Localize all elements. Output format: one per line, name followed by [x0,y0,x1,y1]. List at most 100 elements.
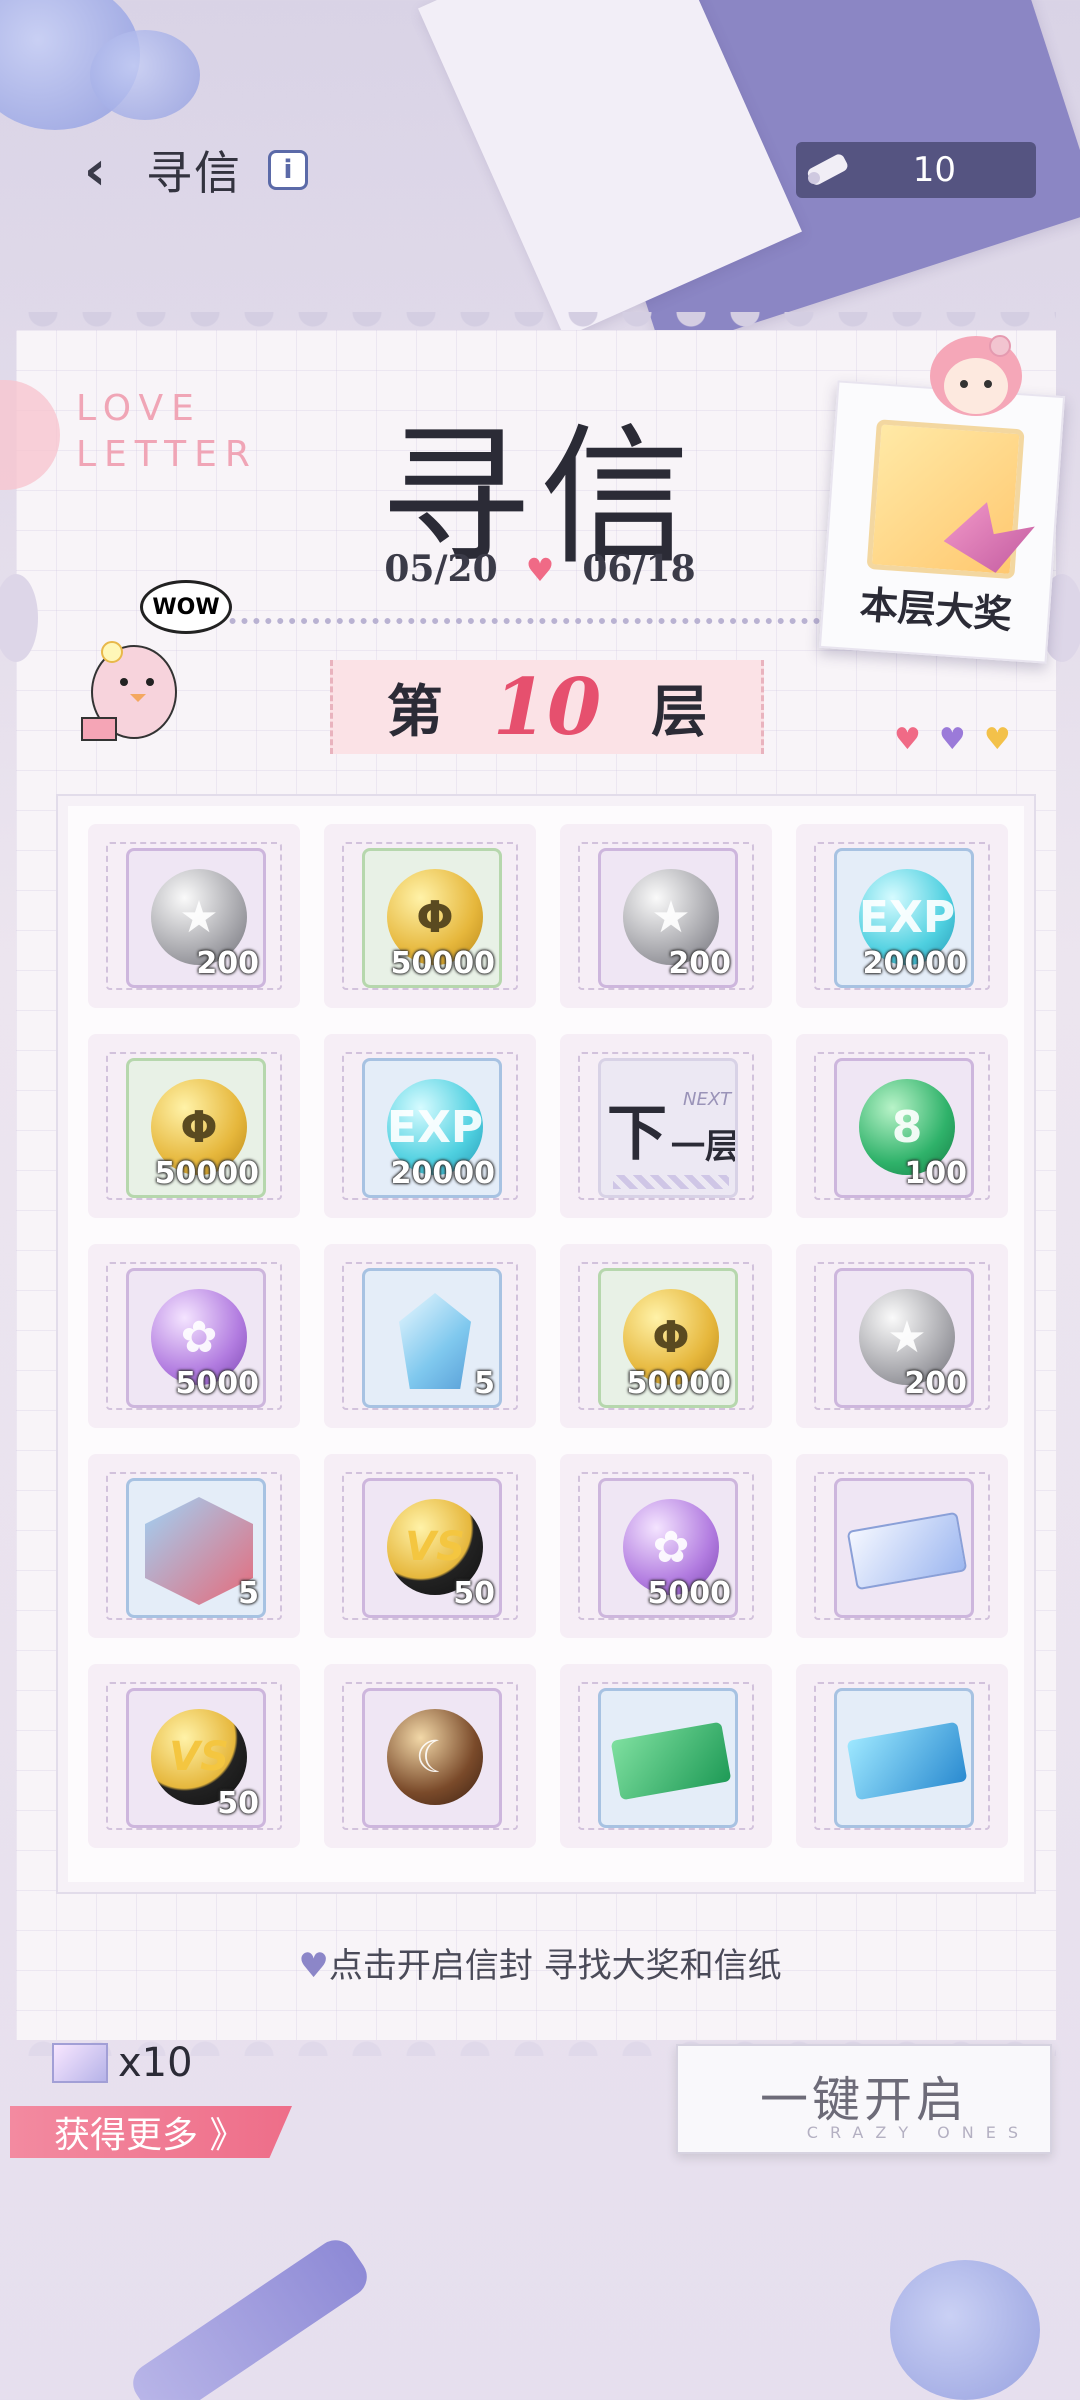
reward-item: Φ 50000 [598,1268,738,1408]
reward-item: 8 100 [834,1058,974,1198]
reward-item: EXP 20000 [362,1058,502,1198]
reward-envelope-cell[interactable]: ★ 200 [88,824,300,1008]
open-all-sublabel: CRAZY ONES [806,2123,1030,2142]
heart-icon: ♥ [983,722,1011,757]
open-all-button[interactable]: 一键开启 CRAZY ONES [676,2044,1052,2154]
reward-quantity: 200 [196,946,259,981]
heart-indicators: ♥ ♥ ♥ [894,722,1011,757]
reward-item: ★ 200 [598,848,738,988]
reward-grid: ★ 200 Φ 50000 ★ 200 EXP 20000 Φ 50000 EXP 20000 下一层 N… [88,824,1008,1848]
reward-quantity: 50000 [390,946,495,981]
envelope-icon [52,2043,108,2083]
letter-currency-counter[interactable]: 10 [796,142,1036,198]
reward-quantity: 50000 [154,1156,259,1191]
reward-item [834,1478,974,1618]
reward-item: VS 50 [362,1478,502,1618]
letter-count-value: x10 [118,2040,193,2086]
info-button[interactable]: i [268,150,308,190]
floor-number: 10 [492,661,602,753]
reward-envelope-cell[interactable]: Φ 50000 [560,1244,772,1428]
date-start: 05/20 [384,548,498,590]
reward-envelope-cell[interactable]: 下一层 NEXT [560,1034,772,1218]
next-floor-label: 一层 [671,1127,738,1167]
top-bar: ‹ 寻信 i [70,130,308,210]
info-icon: i [283,155,293,185]
hint-label: 点击开启信封 寻找大奖和信纸 [328,1946,782,1986]
next-floor-en-label: NEXT [683,1089,732,1110]
reward-envelope-cell[interactable]: ✿ 5000 [560,1454,772,1638]
reward-item: 5 [126,1478,266,1618]
reward-quantity: 200 [904,1366,967,1401]
currency-value: 10 [912,150,956,190]
reward-envelope-cell[interactable]: ★ 200 [796,1244,1008,1428]
reward-item: VS 50 [126,1688,266,1828]
reward-item: ★ 200 [126,848,266,988]
reward-item: 下一层 NEXT [598,1058,738,1198]
reward-envelope-cell[interactable] [796,1664,1008,1848]
heart-icon: ♥ [938,722,966,757]
reward-quantity: 200 [668,946,731,981]
reward-quantity: 50 [217,1786,259,1821]
reward-quantity: 5000 [647,1576,732,1611]
floor-suffix: 层 [651,678,708,745]
character-portrait-icon [145,1497,253,1605]
floor-indicator: 第 10 层 [330,660,764,754]
open-all-label: 一键开启 [759,2072,968,2128]
chibi-character-icon [904,324,1034,424]
reward-envelope-cell[interactable] [560,1664,772,1848]
page-title: 寻信 [146,146,242,200]
reward-quantity: 50 [453,1576,495,1611]
reward-item: ✿ 5000 [598,1478,738,1618]
heart-icon: ♥ [525,551,555,589]
date-end: 06/18 [582,548,696,590]
prize-image [866,419,1025,580]
reward-item: 5 [362,1268,502,1408]
reward-envelope-cell[interactable]: ☾ [324,1664,536,1848]
letter-count: x10 [52,2040,193,2086]
reward-envelope-cell[interactable]: ✿ 5000 [88,1244,300,1428]
next-floor-tile: 下一层 NEXT [601,1061,738,1195]
reward-envelope-cell[interactable]: EXP 20000 [324,1034,536,1218]
reward-envelope-cell[interactable]: Φ 50000 [88,1034,300,1218]
reward-quantity: 5 [474,1366,495,1401]
reward-envelope-cell[interactable]: 5 [88,1454,300,1638]
ticket-icon [846,1511,968,1591]
bird-mascot-icon [72,622,192,752]
reward-item: Φ 50000 [362,848,502,988]
reward-envelope-cell[interactable]: Φ 50000 [324,824,536,1008]
reward-item: Φ 50000 [126,1058,266,1198]
crystal-icon [399,1293,471,1389]
reward-envelope-cell[interactable]: 8 100 [796,1034,1008,1218]
back-button[interactable]: ‹ [70,139,120,202]
reward-quantity: 5 [238,1576,259,1611]
reward-envelope-cell[interactable]: VS 50 [88,1664,300,1848]
reward-item: ☾ [362,1688,502,1828]
heart-icon: ♥ [298,1946,329,1986]
reward-quantity: 100 [904,1156,967,1191]
ticket-icon [610,1721,732,1801]
reward-envelope-cell[interactable]: ★ 200 [560,824,772,1008]
reward-item [834,1688,974,1828]
chevron-left-icon: ‹ [83,138,107,202]
reward-envelope-cell[interactable]: 5 [324,1244,536,1428]
ticket-icon [846,1721,968,1801]
reward-envelope-cell[interactable]: VS 50 [324,1454,536,1638]
reward-quantity: 20000 [862,946,967,981]
stripe-decoration [613,1175,729,1189]
reward-envelope-cell[interactable] [796,1454,1008,1638]
reward-quantity: 5000 [175,1366,260,1401]
reward-quantity: 50000 [626,1366,731,1401]
floor-prefix: 第 [386,678,443,745]
coin-symbol: ☾ [415,1731,455,1783]
get-more-button[interactable]: 获得更多 》 [10,2106,292,2158]
flower-decoration [890,2260,1040,2400]
card-scallop-top [16,312,1056,348]
reward-envelope-cell[interactable]: EXP 20000 [796,824,1008,1008]
next-floor-label: 下 [607,1099,667,1169]
flower-decoration [90,30,200,120]
pen-decoration [125,2232,375,2400]
dotted-divider [170,618,820,624]
wow-bubble: WOW [140,580,232,634]
reward-item: EXP 20000 [834,848,974,988]
heart-icon: ♥ [894,722,921,757]
